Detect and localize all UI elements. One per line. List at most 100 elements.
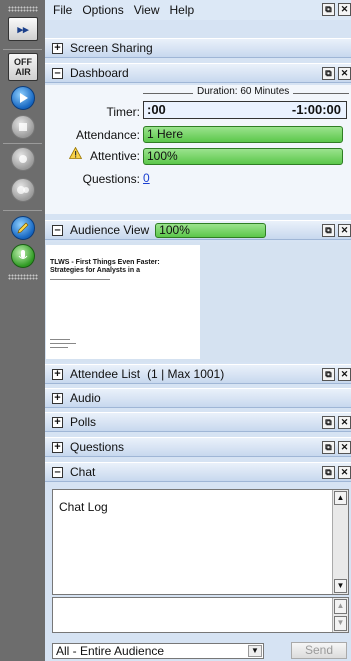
- chat-send-bar: All - Entire Audience ▼ Send: [45, 640, 351, 661]
- questions-label: Questions:: [82, 172, 140, 186]
- play-button[interactable]: [11, 86, 35, 110]
- attentive-bar: 100%: [143, 148, 343, 165]
- record-button[interactable]: [11, 147, 35, 171]
- chat-log-scrollbar[interactable]: ▲ ▼: [332, 490, 348, 594]
- slide-title: TLWS - First Things Even Faster: Strateg…: [50, 259, 160, 274]
- microphone-icon: [18, 250, 28, 259]
- chat-input-scrollbar[interactable]: ▲ ▼: [332, 598, 348, 632]
- scroll-down-arrow-icon[interactable]: ▼: [334, 579, 347, 593]
- pane-screen-sharing[interactable]: + Screen Sharing: [45, 38, 351, 58]
- attendee-count: (1 | Max 1001): [147, 367, 225, 381]
- control-panel: File Options View Help ⧉ ✕ + Screen Shar…: [45, 0, 351, 661]
- timer-display: :00 -1:00:00: [143, 101, 347, 119]
- audience-select-value: All - Entire Audience: [56, 644, 165, 658]
- pane-title: Polls: [70, 415, 97, 429]
- close-icon[interactable]: ✕: [338, 441, 351, 454]
- expand-icon[interactable]: +: [52, 441, 63, 453]
- pane-buttons: ⧉ ✕: [322, 368, 351, 381]
- collapse-icon[interactable]: –: [52, 466, 63, 478]
- close-icon[interactable]: ✕: [338, 416, 351, 429]
- attentive-label: Attentive:: [89, 149, 140, 163]
- pane-title: Questions: [70, 440, 125, 454]
- grip-icon[interactable]: [8, 274, 38, 280]
- slide-text-line: [50, 339, 70, 340]
- pane-buttons: ⧉ ✕: [322, 416, 351, 429]
- timer-remaining: -1:00:00: [291, 102, 341, 117]
- webcam-icon: [17, 186, 29, 194]
- questions-count-link[interactable]: 0: [143, 171, 150, 185]
- double-arrow-icon: ▸▸: [17, 23, 29, 36]
- off-air-label-2: AIR: [15, 67, 31, 77]
- duration-label: Duration: 60 Minutes: [193, 86, 294, 97]
- close-icon[interactable]: ✕: [338, 67, 351, 80]
- webcam-button[interactable]: [11, 178, 35, 202]
- audience-view-body: TLWS - First Things Even Faster: Strateg…: [45, 242, 351, 362]
- pane-title: Attendee List: [70, 367, 141, 381]
- slide-text-line: [50, 343, 76, 344]
- chevron-down-icon[interactable]: ▼: [248, 645, 262, 657]
- scroll-down-arrow-icon[interactable]: ▼: [334, 616, 347, 631]
- popout-icon[interactable]: ⧉: [322, 224, 335, 237]
- expand-arrows-button[interactable]: ▸▸: [8, 17, 38, 41]
- stop-button[interactable]: [11, 115, 35, 139]
- pencil-icon: [17, 222, 29, 234]
- pane-dashboard[interactable]: – Dashboard ⧉ ✕: [45, 63, 351, 83]
- pencil-button[interactable]: [11, 216, 35, 240]
- popout-icon[interactable]: ⧉: [322, 466, 335, 479]
- pane-chat[interactable]: – Chat ⧉ ✕: [45, 462, 351, 482]
- timer-elapsed: :00: [147, 102, 166, 117]
- pane-buttons: ⧉ ✕: [322, 441, 351, 454]
- collapse-icon[interactable]: –: [52, 224, 63, 236]
- chat-log-area[interactable]: Chat Log ▲ ▼: [52, 489, 349, 595]
- chat-input-field[interactable]: ▲ ▼: [52, 597, 349, 633]
- popout-icon[interactable]: ⧉: [322, 416, 335, 429]
- menu-help[interactable]: Help: [170, 3, 195, 17]
- pane-audio[interactable]: + Audio: [45, 388, 351, 408]
- slide-text-line: [50, 279, 110, 280]
- close-icon[interactable]: ✕: [338, 224, 351, 237]
- pane-audience-view[interactable]: – Audience View 100% ⧉ ✕: [45, 220, 351, 240]
- pane-buttons: ⧉ ✕: [322, 466, 351, 479]
- divider: [3, 210, 42, 211]
- play-icon: [20, 93, 28, 103]
- slide-preview: TLWS - First Things Even Faster: Strateg…: [46, 245, 200, 359]
- audience-attentive-bar: 100%: [155, 222, 267, 238]
- scroll-up-arrow-icon[interactable]: ▲: [334, 491, 347, 505]
- timer-label: Timer:: [106, 105, 140, 119]
- popout-icon[interactable]: ⧉: [322, 67, 335, 80]
- off-air-button[interactable]: OFF AIR: [8, 53, 38, 81]
- close-icon[interactable]: ✕: [338, 466, 351, 479]
- popout-icon[interactable]: ⧉: [322, 3, 335, 16]
- slide-text-line: [50, 347, 68, 348]
- pane-title: Audience View: [70, 223, 150, 237]
- menu-file[interactable]: File: [53, 3, 72, 17]
- off-air-label-1: OFF: [14, 57, 32, 67]
- popout-icon[interactable]: ⧉: [322, 368, 335, 381]
- popout-icon[interactable]: ⧉: [322, 441, 335, 454]
- grip-icon[interactable]: [8, 6, 38, 12]
- pane-questions[interactable]: + Questions ⧉ ✕: [45, 437, 351, 457]
- stop-icon: [19, 123, 27, 131]
- menu-view[interactable]: View: [134, 3, 160, 17]
- send-button[interactable]: Send: [291, 642, 347, 659]
- attendance-bar: 1 Here: [143, 126, 343, 143]
- collapse-icon[interactable]: –: [52, 67, 63, 79]
- menu-options[interactable]: Options: [82, 3, 123, 17]
- pane-title: Screen Sharing: [70, 41, 153, 55]
- close-icon[interactable]: ✕: [338, 3, 351, 16]
- expand-icon[interactable]: +: [52, 392, 63, 404]
- close-icon[interactable]: ✕: [338, 368, 351, 381]
- pane-attendee-list[interactable]: + Attendee List (1 | Max 1001) ⧉ ✕: [45, 364, 351, 384]
- microphone-button[interactable]: [11, 244, 35, 268]
- scroll-up-arrow-icon[interactable]: ▲: [334, 599, 347, 614]
- pane-polls[interactable]: + Polls ⧉ ✕: [45, 412, 351, 432]
- pane-title: Audio: [70, 391, 101, 405]
- expand-icon[interactable]: +: [52, 368, 63, 380]
- expand-icon[interactable]: +: [52, 42, 63, 54]
- divider: [3, 143, 42, 144]
- pane-title: Chat: [70, 465, 96, 479]
- pane-buttons: ⧉ ✕: [322, 67, 351, 80]
- expand-icon[interactable]: +: [52, 416, 63, 428]
- audience-select[interactable]: All - Entire Audience ▼: [52, 643, 264, 659]
- record-icon: [19, 155, 27, 163]
